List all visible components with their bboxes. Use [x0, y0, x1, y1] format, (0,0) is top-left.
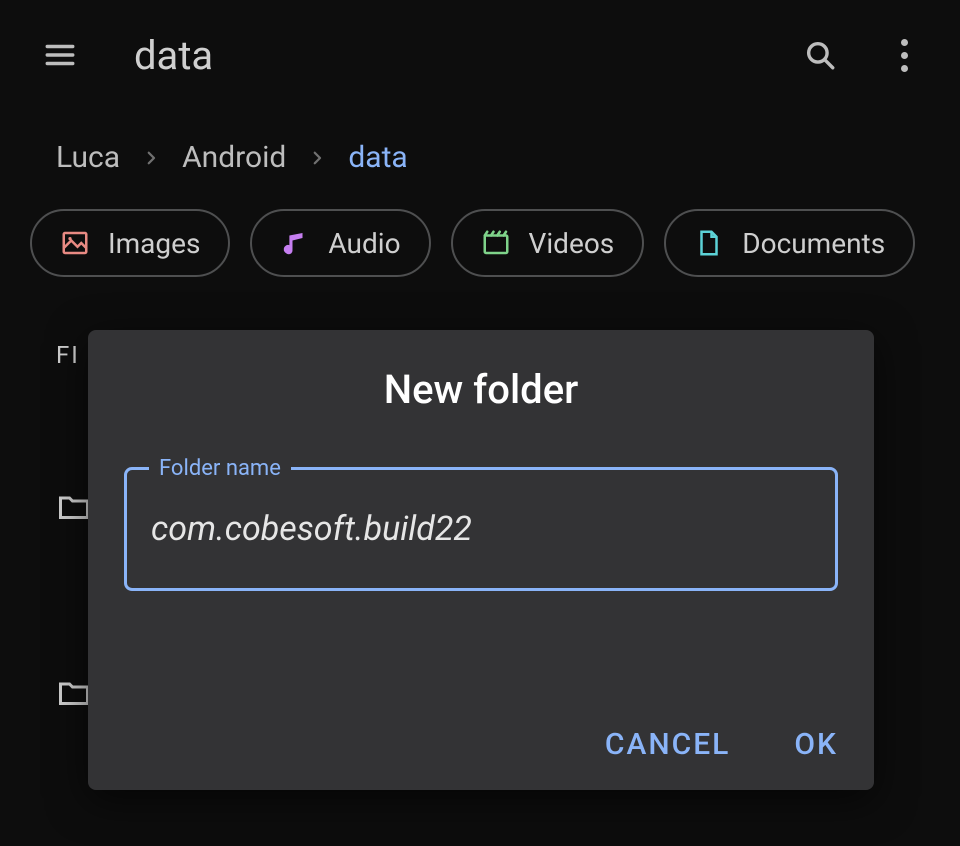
folder-icon	[56, 675, 92, 711]
breadcrumb-item[interactable]: Luca	[56, 140, 120, 175]
breadcrumb-item-current[interactable]: data	[348, 140, 407, 175]
breadcrumb-item[interactable]: Android	[182, 140, 286, 175]
chip-documents[interactable]: Documents	[664, 209, 915, 277]
chip-images[interactable]: Images	[30, 209, 230, 277]
document-icon	[694, 228, 724, 258]
chip-label: Documents	[742, 227, 885, 260]
filter-chips: Images Audio Videos Documents	[0, 205, 960, 281]
page-title: data	[134, 32, 792, 79]
chevron-right-icon	[308, 149, 326, 167]
more-icon[interactable]	[876, 27, 932, 83]
chip-label: Videos	[529, 227, 615, 260]
folder-name-input[interactable]	[151, 509, 811, 549]
image-icon	[60, 228, 90, 258]
chevron-right-icon	[142, 149, 160, 167]
folder-name-field-wrapper: Folder name	[124, 467, 838, 591]
dialog-actions: CANCEL OK	[605, 727, 838, 762]
ok-button[interactable]: OK	[794, 727, 838, 762]
folder-name-label: Folder name	[149, 456, 291, 481]
video-icon	[481, 228, 511, 258]
chip-label: Images	[108, 227, 200, 260]
new-folder-dialog: New folder Folder name CANCEL OK	[88, 330, 874, 790]
chip-label: Audio	[328, 227, 400, 260]
app-bar: data	[0, 0, 960, 110]
breadcrumb: Luca Android data	[0, 110, 960, 205]
folder-icon	[56, 489, 92, 525]
chip-videos[interactable]: Videos	[451, 209, 645, 277]
dialog-title: New folder	[124, 366, 838, 413]
cancel-button[interactable]: CANCEL	[605, 727, 731, 762]
chip-audio[interactable]: Audio	[250, 209, 430, 277]
search-icon[interactable]	[792, 27, 848, 83]
menu-icon[interactable]	[40, 35, 80, 75]
audio-icon	[280, 228, 310, 258]
